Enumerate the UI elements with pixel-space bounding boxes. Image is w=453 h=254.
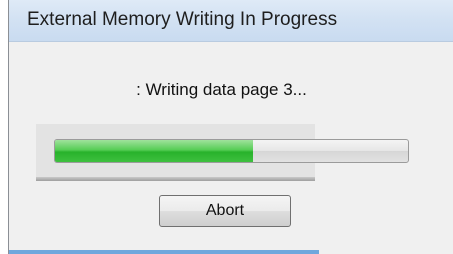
window-title: External Memory Writing In Progress: [27, 9, 338, 30]
progress-panel-shadow: [36, 177, 315, 181]
progress-bar-fill: [55, 140, 253, 162]
progress-bar: [54, 139, 409, 163]
title-bar[interactable]: External Memory Writing In Progress: [9, 0, 453, 42]
status-message: : Writing data page 3...: [136, 80, 307, 99]
abort-button[interactable]: Abort: [159, 195, 291, 227]
bottom-accent-line: [9, 250, 319, 254]
progress-dialog: External Memory Writing In Progress : Wr…: [8, 0, 453, 254]
dialog-body: : Writing data page 3... Abort: [9, 42, 453, 254]
